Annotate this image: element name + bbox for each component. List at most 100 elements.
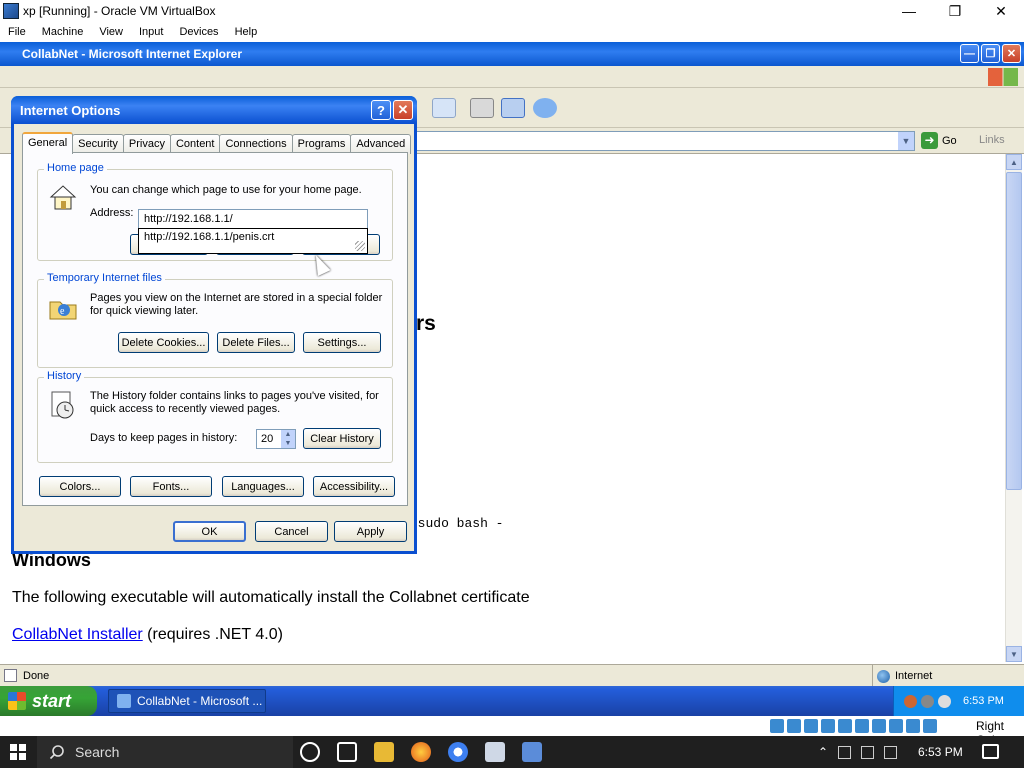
fonts-button[interactable]: Fonts... [130,476,212,497]
edit-icon[interactable] [501,98,525,118]
delete-files-button[interactable]: Delete Files... [217,332,295,353]
home-page-legend: Home page [44,162,107,174]
start-label: start [32,690,72,711]
menu-file[interactable]: File [0,26,34,38]
scroll-thumb[interactable] [1006,172,1022,490]
print-icon[interactable] [470,98,494,118]
installer-requirement: (requires .NET 4.0) [142,626,283,643]
hdd-icon[interactable] [770,719,784,733]
home-address-input[interactable]: http://192.168.1.1/ [138,209,368,229]
windows-flag-icon [988,68,1018,86]
dialog-title: Internet Options [20,103,121,118]
start-button[interactable]: start [0,686,97,716]
windows-start-icon[interactable] [10,744,26,760]
links-button[interactable]: Links [979,134,1005,146]
file-explorer-icon[interactable] [374,742,394,762]
tab-advanced[interactable]: Advanced [350,134,412,154]
mail-icon[interactable] [432,98,456,118]
menu-devices[interactable]: Devices [171,26,226,38]
menu-view[interactable]: View [91,26,131,38]
history-clock-icon [51,391,74,419]
resize-grip-icon[interactable] [355,241,365,251]
settings-button[interactable]: Settings... [303,332,381,353]
host-search-box[interactable]: Search [37,736,293,768]
dialog-close-button[interactable]: ✕ [393,100,413,120]
mouse-integration-icon[interactable] [923,719,937,733]
volume-icon[interactable] [921,694,934,708]
menu-input[interactable]: Input [131,26,171,38]
scroll-down-icon[interactable]: ▼ [1006,646,1022,662]
temp-files-legend: Temporary Internet files [44,272,165,284]
tab-security[interactable]: Security [72,134,124,154]
page-icon [4,669,17,682]
cancel-button[interactable]: Cancel [255,521,328,542]
network-tray-icon[interactable] [838,745,852,759]
languages-button[interactable]: Languages... [222,476,304,497]
days-stepper[interactable]: 20 ▲ ▼ [256,429,296,449]
chrome-icon[interactable] [448,742,468,762]
menu-machine[interactable]: Machine [34,26,92,38]
optical-icon[interactable] [787,719,801,733]
package-icon[interactable] [485,742,505,762]
tab-strip: General Security Privacy Content Connect… [22,132,412,154]
ie-minimize-button[interactable]: — [960,44,979,63]
recording-icon[interactable] [889,719,903,733]
temp-files-description-2: for quick viewing later. [90,305,199,317]
notifications-icon[interactable] [982,744,999,759]
apply-button[interactable]: Apply [334,521,407,542]
usb-icon[interactable] [838,719,852,733]
messenger-icon[interactable] [533,98,557,118]
tab-general[interactable]: General [22,132,74,154]
firefox-icon[interactable] [411,742,431,762]
autocomplete-item[interactable]: http://192.168.1.1/penis.crt [144,231,274,243]
chevron-down-icon[interactable]: ▼ [898,132,914,150]
status-text: Done [23,669,50,682]
security-shield-icon[interactable] [904,694,917,708]
ie-vertical-scrollbar[interactable]: ▲ ▼ [1005,154,1022,662]
shared-folder-icon[interactable] [855,719,869,733]
stepper-arrows-icon[interactable]: ▲ ▼ [281,430,295,448]
ie-address-input[interactable]: ▼ [415,131,915,151]
close-button[interactable]: ✕ [978,0,1024,22]
chevron-up-icon[interactable]: ⌃ [818,745,828,759]
display-icon[interactable] [872,719,886,733]
colors-button[interactable]: Colors... [39,476,121,497]
delete-cookies-button[interactable]: Delete Cookies... [118,332,209,353]
tab-programs[interactable]: Programs [291,134,352,154]
history-group: History The History folder contains link… [37,370,393,463]
task-view-icon[interactable] [337,742,357,762]
maximize-button[interactable]: ❐ [932,0,978,22]
history-description-2: quick access to recently viewed pages. [90,403,281,415]
help-button[interactable]: ? [371,100,391,120]
scroll-up-icon[interactable]: ▲ [1006,154,1022,170]
clear-history-button[interactable]: Clear History [303,428,381,449]
tab-content[interactable]: Content [169,134,221,154]
action-tray-icon[interactable] [884,745,898,759]
network-adapter-icon[interactable] [821,719,835,733]
volume-muted-icon[interactable] [861,745,875,759]
guest-screen: CollabNet - Microsoft Internet Explorer … [0,42,1024,716]
internet-options-dialog: Internet Options ? ✕ General Security Pr… [11,96,417,554]
taskbar-item-ie[interactable]: CollabNet - Microsoft ... [108,689,266,713]
ie-titlebar: CollabNet - Microsoft Internet Explorer … [0,42,1024,66]
go-button[interactable]: ➜ Go [921,132,957,149]
vbox-statusbar: Right Ctrl [0,716,1024,747]
accessibility-button[interactable]: Accessibility... [313,476,395,497]
network-icon[interactable] [938,694,951,708]
collabnet-installer-link[interactable]: CollabNet Installer [12,626,143,643]
ok-button[interactable]: OK [173,521,246,542]
days-value[interactable]: 20 [261,433,273,445]
tab-connections[interactable]: Connections [219,134,293,154]
virtualbox-taskbar-icon[interactable] [522,742,542,762]
ie-close-button[interactable]: ✕ [1002,44,1021,63]
cpu-icon[interactable] [906,719,920,733]
tab-privacy[interactable]: Privacy [122,134,171,154]
minimize-button[interactable]: — [886,0,932,22]
svg-text:e: e [60,306,65,317]
cortana-icon[interactable] [300,742,320,762]
menu-help[interactable]: Help [227,26,266,38]
ie-maximize-button[interactable]: ❐ [981,44,1000,63]
audio-icon[interactable] [804,719,818,733]
vbox-titlebar: xp [Running] - Oracle VM VirtualBox — ❐ … [0,0,1024,22]
autocomplete-dropdown[interactable]: http://192.168.1.1/penis.crt [138,228,368,254]
